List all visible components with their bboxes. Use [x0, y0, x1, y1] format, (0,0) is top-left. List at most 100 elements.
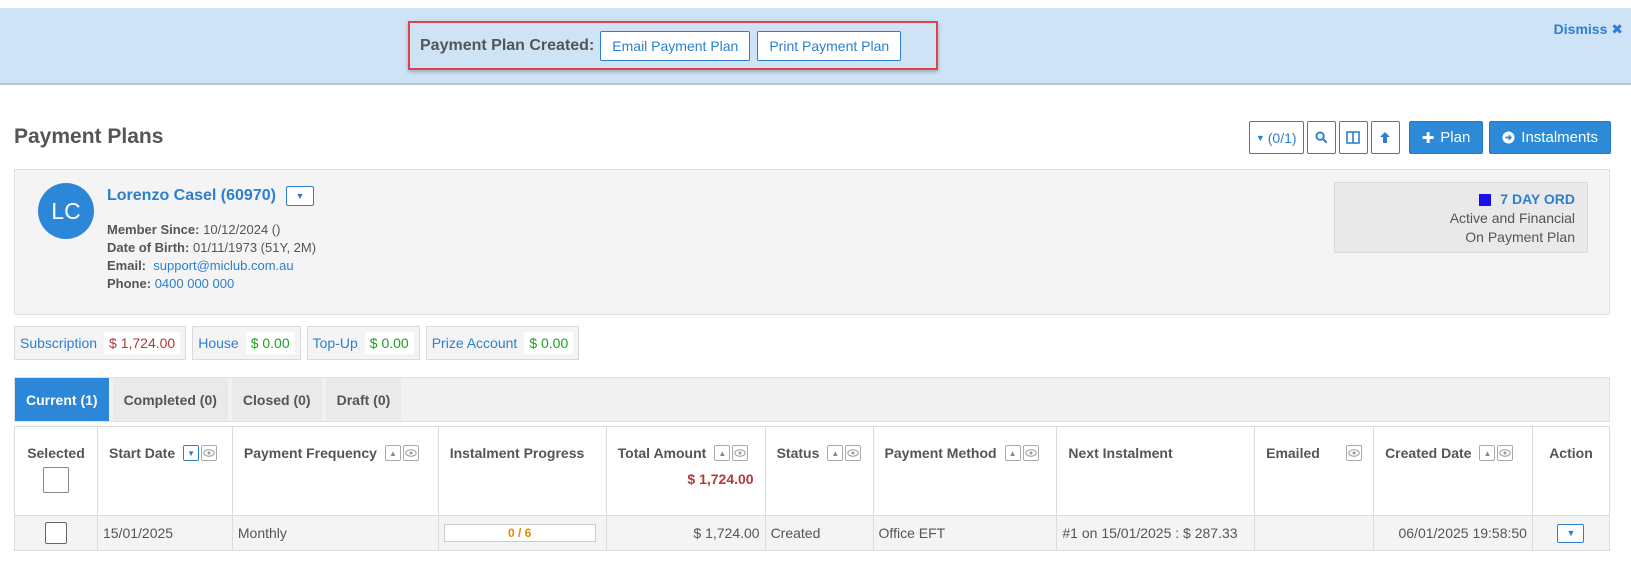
row-total-amount: $ 1,724.00: [605, 515, 766, 551]
status-line-2: On Payment Plan: [1465, 229, 1575, 245]
search-icon: [1315, 131, 1328, 144]
member-since-label: Member Since:: [107, 222, 200, 237]
columns-icon: [1346, 131, 1360, 144]
category-label: 7 DAY ORD: [1500, 191, 1575, 207]
col-next-instalment-label: Next Instalment: [1068, 445, 1173, 461]
account-prize[interactable]: Prize Account $ 0.00: [425, 326, 580, 360]
notification-banner: Payment Plan Created: Email Payment Plan…: [0, 8, 1631, 85]
member-name-row: Lorenzo Casel (60970) ▼: [107, 186, 314, 206]
eye-icon[interactable]: [845, 445, 862, 461]
account-value: $ 1,724.00: [104, 332, 181, 354]
account-label: Subscription: [20, 335, 98, 351]
sort-desc-icon[interactable]: ▼: [183, 445, 200, 461]
col-created-date-label: Created Date: [1385, 445, 1472, 461]
tab-completed[interactable]: Completed (0): [112, 378, 228, 421]
plus-icon: ✚: [1421, 129, 1435, 147]
dob-label: Date of Birth:: [107, 240, 190, 255]
col-start-date: Start Date ▼: [96, 426, 233, 516]
col-total-amount-label: Total Amount: [617, 445, 707, 461]
eye-icon[interactable]: [1022, 445, 1039, 461]
filter-dropdown-button[interactable]: ▼ (0/1): [1248, 121, 1304, 154]
account-label: House: [198, 335, 239, 351]
add-plan-button[interactable]: ✚ Plan: [1408, 121, 1484, 154]
arrow-up-icon: [1380, 132, 1391, 143]
close-icon: ✖: [1611, 21, 1623, 37]
print-payment-plan-button[interactable]: Print Payment Plan: [757, 30, 902, 61]
membership-status-box: 7 DAY ORD Active and Financial On Paymen…: [1334, 182, 1588, 253]
member-card: LC Lorenzo Casel (60970) ▼ Member Since:…: [14, 169, 1610, 315]
member-details: Member Since: 10/12/2024 () Date of Birt…: [107, 221, 316, 293]
eye-icon[interactable]: [402, 445, 419, 461]
account-value: $ 0.00: [364, 332, 414, 354]
upload-button[interactable]: [1370, 121, 1400, 154]
email-label: Email:: [107, 258, 147, 273]
account-value: $ 0.00: [245, 332, 295, 354]
caret-down-icon: ▼: [1255, 132, 1265, 143]
row-select-cell: [14, 515, 98, 551]
row-action-dropdown[interactable]: ▼: [1557, 523, 1585, 543]
row-created-date: 06/01/2025 19:58:50: [1373, 515, 1533, 551]
account-house[interactable]: House $ 0.00: [192, 326, 301, 360]
col-payment-method: Payment Method ▲: [872, 426, 1058, 516]
row-next-instalment: #1 on 15/01/2025 : $ 287.33: [1056, 515, 1256, 551]
caret-down-icon: ▼: [295, 191, 305, 201]
row-payment-method: Office EFT: [872, 515, 1058, 551]
row-instalment-progress-cell: 0 / 6: [437, 515, 607, 551]
filter-count: (0/1): [1267, 129, 1297, 146]
search-button[interactable]: [1306, 121, 1336, 154]
table-header-row: Selected Start Date ▼ Payment Frequency …: [14, 426, 1611, 516]
col-status-label: Status: [776, 445, 820, 461]
select-all-checkbox[interactable]: [42, 467, 69, 493]
member-actions-dropdown[interactable]: ▼: [285, 186, 314, 206]
col-created-date: Created Date ▲: [1373, 426, 1533, 516]
row-payment-frequency: Monthly: [231, 515, 439, 551]
sort-icon[interactable]: ▲: [1479, 445, 1496, 461]
col-next-instalment: Next Instalment: [1056, 426, 1256, 516]
payment-plan-created-box: Payment Plan Created: Email Payment Plan…: [408, 21, 938, 70]
instalments-label: Instalments: [1521, 129, 1598, 146]
col-selected-label: Selected: [27, 445, 85, 461]
sort-icon[interactable]: ▲: [827, 445, 844, 461]
col-selected: Selected: [14, 426, 98, 516]
row-emailed: [1254, 515, 1375, 551]
columns-button[interactable]: [1338, 121, 1368, 154]
col-emailed: Emailed: [1254, 426, 1375, 516]
col-instalment-progress: Instalment Progress: [437, 426, 607, 516]
sort-icon[interactable]: ▲: [714, 445, 731, 461]
col-action-label: Action: [1549, 445, 1593, 461]
avatar: LC: [38, 183, 94, 239]
row-checkbox[interactable]: [44, 522, 67, 544]
arrow-circle-right-icon: [1502, 131, 1515, 144]
col-action: Action: [1531, 426, 1611, 516]
tab-closed[interactable]: Closed (0): [231, 378, 322, 421]
membership-category: 7 DAY ORD: [1347, 190, 1575, 209]
payment-plans-table: Selected Start Date ▼ Payment Frequency …: [14, 426, 1611, 551]
eye-icon[interactable]: [732, 445, 749, 461]
email-payment-plan-button[interactable]: Email Payment Plan: [600, 30, 751, 61]
eye-icon[interactable]: [201, 445, 218, 461]
col-emailed-label: Emailed: [1266, 445, 1320, 461]
member-since-value: 10/12/2024 (): [203, 222, 281, 237]
dismiss-button[interactable]: Dismiss ✖: [1554, 21, 1623, 38]
phone-link[interactable]: 0400 000 000: [155, 276, 235, 291]
sort-icon[interactable]: ▲: [384, 445, 401, 461]
member-name[interactable]: Lorenzo Casel (60970): [107, 187, 276, 205]
status-line-1: Active and Financial: [1449, 210, 1575, 226]
email-link[interactable]: support@miclub.com.au: [153, 258, 293, 273]
table-row[interactable]: 15/01/2025 Monthly 0 / 6 $ 1,724.00 Crea…: [14, 515, 1611, 551]
col-total-amount: Total Amount ▲ $ 1,724.00: [605, 426, 766, 516]
instalments-button[interactable]: Instalments: [1489, 121, 1611, 154]
plan-status-tabs: Current (1) Completed (0) Closed (0) Dra…: [14, 377, 1610, 422]
account-top-up[interactable]: Top-Up $ 0.00: [306, 326, 420, 360]
eye-icon[interactable]: [1346, 445, 1363, 461]
phone-label: Phone:: [107, 276, 152, 291]
row-start-date: 15/01/2025: [96, 515, 233, 551]
tab-draft[interactable]: Draft (0): [325, 378, 402, 421]
category-color-square: [1479, 193, 1492, 206]
col-payment-method-label: Payment Method: [884, 445, 997, 461]
tab-current[interactable]: Current (1): [15, 378, 109, 421]
account-subscription[interactable]: Subscription $ 1,724.00: [14, 326, 187, 360]
sort-icon[interactable]: ▲: [1004, 445, 1021, 461]
eye-icon[interactable]: [1497, 445, 1514, 461]
dob-value: 01/11/1973 (51Y, 2M): [192, 240, 317, 255]
